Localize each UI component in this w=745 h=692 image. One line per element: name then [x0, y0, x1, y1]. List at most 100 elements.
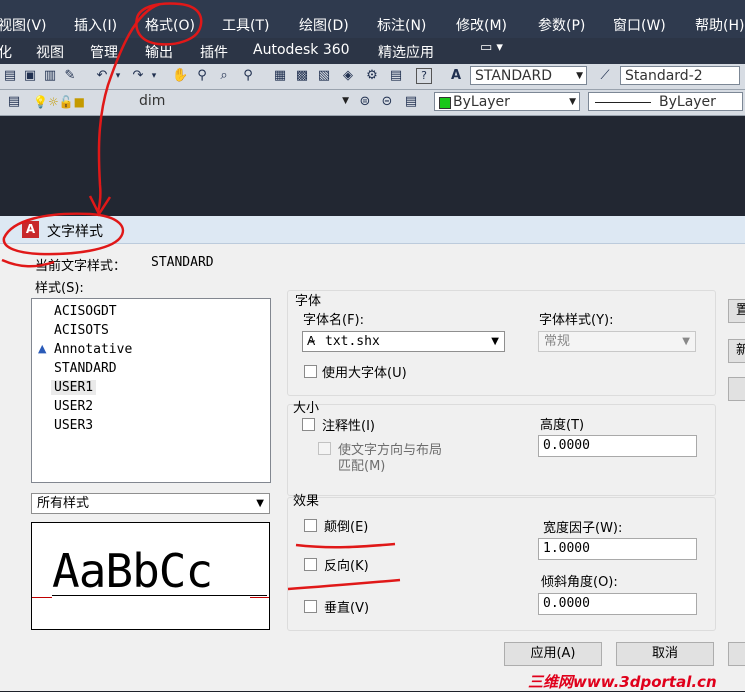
design-center-icon[interactable]: ▩	[294, 68, 310, 84]
style-item[interactable]: STANDARD	[54, 361, 117, 376]
color-select[interactable]: ByLayer ▼	[434, 92, 580, 111]
calculator-icon[interactable]: ▤	[388, 68, 404, 84]
layer-state-icons[interactable]: 💡☼🔓■	[33, 94, 123, 110]
style-item[interactable]: ACISOTS	[54, 323, 109, 338]
font-style-value: 常规	[544, 334, 571, 349]
style-item[interactable]: ACISOGDT	[54, 304, 117, 319]
menu-view[interactable]: 视图(V)	[0, 15, 47, 35]
text-style-select[interactable]: STANDARD ▼	[470, 66, 587, 85]
chevron-down-icon: ▼	[491, 336, 499, 347]
font-style-select[interactable]: 常规 ▼	[538, 331, 696, 352]
tab-manage[interactable]: 管理	[90, 42, 118, 62]
layer-match-icon[interactable]: ▤	[403, 94, 419, 110]
vertical-checkbox[interactable]	[304, 600, 317, 613]
layer-select[interactable]: dim ▼	[111, 92, 351, 111]
pan-icon[interactable]: ✋	[172, 68, 188, 84]
tool-palettes-icon[interactable]: ▧	[316, 68, 332, 84]
copy-icon[interactable]: ▥	[42, 68, 58, 84]
width-factor-input[interactable]: 1.0000	[538, 538, 697, 560]
dim-style-value: Standard-2	[625, 68, 703, 84]
menu-modify[interactable]: 修改(M)	[456, 15, 507, 35]
oblique-angle-input[interactable]: 0.0000	[538, 593, 697, 615]
autocad-logo-icon: A	[22, 221, 39, 238]
redo-dropdown-icon[interactable]: ▾	[146, 68, 162, 84]
dim-style-select[interactable]: Standard-2	[620, 66, 740, 85]
preview-baseline-right	[250, 597, 269, 598]
annotative-icon: ▲	[38, 342, 47, 355]
ribbon-tabs: 化 视图 管理 输出 插件 Autodesk 360 精选应用 ▭ ▾	[0, 38, 745, 65]
menu-format[interactable]: 格式(O)	[145, 15, 195, 35]
undo-dropdown-icon[interactable]: ▾	[110, 68, 126, 84]
zoom-previous-icon[interactable]: ⚲	[240, 68, 256, 84]
new-style-button[interactable]: 新	[728, 339, 745, 363]
upside-down-checkbox[interactable]	[304, 519, 317, 532]
style-item[interactable]: USER2	[54, 399, 93, 414]
tab-output[interactable]: 输出	[145, 42, 173, 62]
color-swatch	[439, 97, 451, 109]
delete-style-button[interactable]	[728, 377, 745, 401]
style-item[interactable]: USER3	[54, 418, 93, 433]
properties-icon[interactable]: ▦	[272, 68, 288, 84]
help-icon[interactable]: ?	[416, 68, 432, 84]
height-input[interactable]: 0.0000	[538, 435, 697, 457]
style-filter-select[interactable]: 所有样式 ▼	[31, 493, 270, 514]
apply-button[interactable]: 应用(A)	[504, 642, 602, 666]
sheet-set-icon[interactable]: ◈	[340, 68, 356, 84]
linetype-value: ByLayer	[659, 94, 716, 110]
set-current-button[interactable]: 置	[728, 299, 745, 323]
upside-down-label: 颠倒(E)	[324, 520, 369, 535]
oblique-angle-label: 倾斜角度(O):	[541, 575, 618, 590]
annotative-checkbox[interactable]	[302, 418, 315, 431]
text-preview: AaBbCc	[31, 522, 270, 630]
width-factor-label: 宽度因子(W):	[543, 521, 623, 536]
menu-insert[interactable]: 插入(I)	[74, 15, 117, 35]
redo-icon[interactable]: ↷	[130, 68, 146, 84]
apply-label: 应用(A)	[530, 646, 576, 661]
text-style-value: STANDARD	[475, 68, 553, 84]
text-style-icon[interactable]: A	[448, 68, 464, 84]
zoom-realtime-icon[interactable]: ⚲	[194, 68, 210, 84]
tab-autodesk-360[interactable]: Autodesk 360	[253, 42, 350, 58]
font-name-select[interactable]: A̴ txt.shx ▼	[302, 331, 505, 352]
markup-icon[interactable]: ⚙	[364, 68, 380, 84]
undo-icon[interactable]: ↶	[94, 68, 110, 84]
vertical-label: 垂直(V)	[324, 601, 370, 616]
height-label: 高度(T)	[540, 418, 585, 433]
match-orientation-label-2: 匹配(M)	[338, 459, 386, 474]
drawing-canvas[interactable]	[0, 116, 745, 216]
tab-plugins[interactable]: 插件	[200, 42, 228, 62]
make-current-layer-icon[interactable]: ⊜	[357, 94, 373, 110]
backwards-checkbox[interactable]	[304, 558, 317, 571]
match-orientation-checkbox[interactable]	[318, 442, 331, 455]
styles-list[interactable]: ACISOGDT ACISOTS ▲ Annotative STANDARD U…	[31, 298, 271, 483]
chevron-down-icon: ▼	[342, 96, 349, 106]
ribbon-options-icon[interactable]: ▭ ▾	[480, 40, 503, 55]
layer-previous-icon[interactable]: ⊝	[379, 94, 395, 110]
cancel-button[interactable]: 取消	[616, 642, 714, 666]
help-button[interactable]	[728, 642, 745, 666]
dialog-title-bar[interactable]: A 文字样式	[0, 216, 745, 244]
tab-view[interactable]: 视图	[36, 42, 64, 62]
dim-style-icon[interactable]: ⟋	[597, 68, 613, 84]
big-font-checkbox[interactable]	[304, 365, 317, 378]
menu-draw[interactable]: 绘图(D)	[299, 15, 349, 35]
paste-icon[interactable]: ▣	[22, 68, 38, 84]
effects-group-title: 效果	[293, 494, 320, 509]
tab-featured-apps[interactable]: 精选应用	[378, 42, 434, 62]
save-icon[interactable]: ▤	[2, 68, 18, 84]
tab-partial[interactable]: 化	[0, 42, 12, 62]
menu-window[interactable]: 窗口(W)	[613, 15, 666, 35]
zoom-window-icon[interactable]: ⌕	[216, 68, 232, 84]
layer-properties-icon[interactable]: ▤	[6, 94, 22, 110]
match-properties-icon[interactable]: ✎	[62, 68, 78, 84]
dialog-title: 文字样式	[47, 224, 103, 240]
menu-tools[interactable]: 工具(T)	[222, 15, 269, 35]
linetype-select[interactable]: ByLayer	[588, 92, 743, 111]
font-name-label: 字体名(F):	[303, 313, 365, 328]
menu-dimension[interactable]: 标注(N)	[377, 15, 426, 35]
style-item[interactable]: Annotative	[54, 342, 132, 357]
menu-help[interactable]: 帮助(H)	[695, 15, 744, 35]
menu-parameter[interactable]: 参数(P)	[538, 15, 585, 35]
current-style-value: STANDARD	[151, 255, 214, 270]
style-item-selected[interactable]: USER1	[51, 380, 97, 395]
